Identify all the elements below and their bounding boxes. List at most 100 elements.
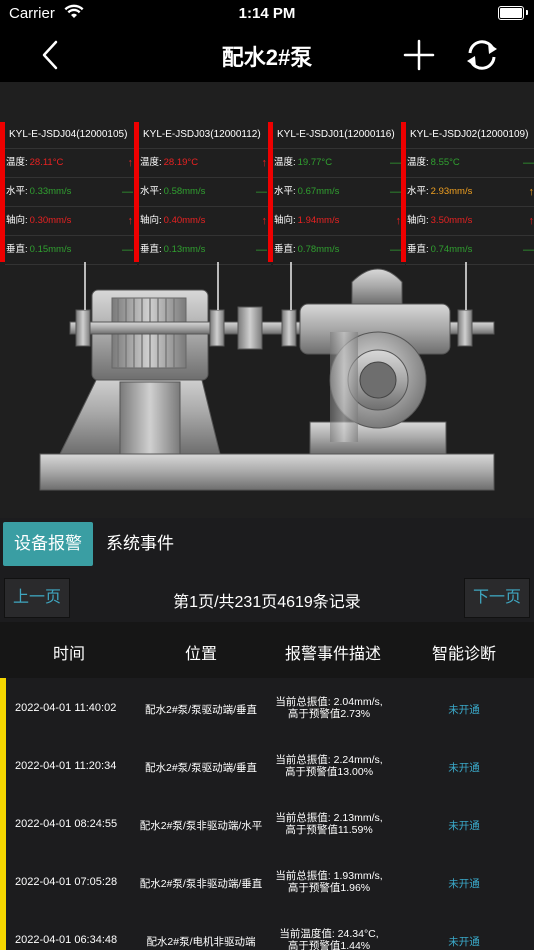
row-time: 2022-04-01 08:24:55 (15, 818, 118, 830)
arrow-up-icon: ↑ (127, 157, 134, 169)
sensor-row-label: 轴向: (407, 215, 429, 226)
table-row[interactable]: 2022-04-01 08:24:55 配水2#泵/泵非驱动端/水平 当前总振值… (6, 794, 534, 852)
sensor-panel[interactable]: KYL-E-JSDJ04(12000105) 温度: 28.11°C ↑ 水平: 0.… (0, 122, 137, 265)
refresh-icon[interactable] (462, 36, 502, 74)
sensor-panel[interactable]: KYL-E-JSDJ01(12000116) 温度: 19.77°C — 水平: 0.… (268, 122, 405, 265)
sensor-row-value: 0.78mm/s (297, 244, 340, 255)
row-position: 配水2#泵/泵非驱动端/水平 (139, 820, 263, 832)
sensor-row-label: 垂直: (6, 244, 28, 255)
row-time: 2022-04-01 07:05:28 (15, 876, 118, 888)
row-description: 当前温度值: 24.34°C, 高于预警值1.44% (279, 928, 379, 950)
row-diagnosis[interactable]: 未开通 (404, 760, 524, 775)
header-time: 时间 (52, 646, 85, 663)
row-diagnosis[interactable]: 未开通 (404, 818, 524, 833)
dash-icon: — (390, 186, 401, 198)
sensor-panel[interactable]: KYL-E-JSDJ03(12000112) 温度: 28.19°C ↑ 水平: 0.… (134, 122, 271, 265)
sensor-row-label: 温度: (140, 157, 162, 168)
sensor-row-label: 水平: (274, 186, 296, 197)
row-diagnosis[interactable]: 未开通 (404, 934, 524, 949)
row-diagnosis[interactable]: 未开通 (404, 702, 524, 717)
row-time: 2022-04-01 06:34:48 (15, 934, 118, 946)
header-diagnosis: 智能诊断 (431, 646, 496, 663)
sensor-row-value: 0.30mm/s (29, 215, 72, 226)
sensor-id: KYL-E-JSDJ03(12000112) (139, 122, 271, 149)
sensor-row-label: 水平: (6, 186, 28, 197)
sensor-row-value: 28.11°C (29, 157, 64, 168)
sensor-row-value: 1.94mm/s (297, 215, 340, 226)
arrow-up-icon: ↑ (528, 186, 534, 198)
dash-icon: — (256, 244, 267, 256)
sensor-row-label: 温度: (407, 157, 429, 168)
dash-icon: — (523, 244, 534, 256)
row-position: 配水2#泵/泵驱动端/垂直 (144, 762, 257, 774)
sensor-row-label: 垂直: (274, 244, 296, 255)
page-title: 配水2#泵 (221, 45, 313, 70)
sensor-id: KYL-E-JSDJ01(12000116) (273, 122, 405, 149)
tab-bar: 设备报警 系统事件 (0, 518, 534, 574)
sensor-row-label: 轴向: (140, 215, 162, 226)
sensor-row-value: 0.13mm/s (163, 244, 206, 255)
sensor-row-value: 0.74mm/s (430, 244, 473, 255)
arrow-up-icon: ↑ (261, 157, 268, 169)
row-description: 当前总振值: 2.24mm/s, 高于预警值13.00% (275, 754, 383, 778)
sensor-row-label: 水平: (407, 186, 429, 197)
status-time: 1:14 PM (238, 5, 296, 22)
sensor-row-value: 0.58mm/s (163, 186, 206, 197)
sensor-row-value: 3.50mm/s (430, 215, 473, 226)
table-row[interactable]: 2022-04-01 11:40:02 配水2#泵/泵驱动端/垂直 当前总振值:… (6, 678, 534, 736)
row-time: 2022-04-01 11:40:02 (15, 702, 117, 714)
sensor-row-label: 轴向: (274, 215, 296, 226)
sensor-row-label: 温度: (6, 157, 28, 168)
table-row[interactable]: 2022-04-01 11:20:34 配水2#泵/泵驱动端/垂直 当前总振值:… (6, 736, 534, 794)
row-position: 配水2#泵/泵驱动端/垂直 (144, 704, 257, 716)
sensor-id: KYL-E-JSDJ04(12000105) (5, 122, 137, 149)
machine-scene: KYL-E-JSDJ04(12000105) 温度: 28.11°C ↑ 水平: 0.… (0, 82, 534, 518)
nav-bar: 配水2#泵 (0, 28, 534, 82)
alarm-list: 2022-04-01 11:40:02 配水2#泵/泵驱动端/垂直 当前总振值:… (0, 678, 534, 950)
battery-icon (498, 6, 528, 20)
row-description: 当前总振值: 2.04mm/s, 高于预警值2.73% (275, 696, 383, 720)
row-position: 配水2#泵/泵非驱动端/垂直 (139, 878, 263, 890)
pump-motor-illustration (39, 262, 495, 491)
table-row[interactable]: 2022-04-01 07:05:28 配水2#泵/泵非驱动端/垂直 当前总振值… (6, 852, 534, 910)
row-description: 当前总振值: 2.13mm/s, 高于预警值11.59% (275, 812, 383, 836)
dash-icon: — (122, 244, 133, 256)
page-info: 第1页/共231页4619条记录 (173, 594, 361, 611)
sensor-row-label: 温度: (274, 157, 296, 168)
row-diagnosis[interactable]: 未开通 (404, 876, 524, 891)
sensor-panel[interactable]: KYL-E-JSDJ02(12000109) 温度: 8.55°C — 水平: 2.9… (401, 122, 534, 265)
sensor-row-label: 轴向: (6, 215, 28, 226)
table-header: 时间 位置 报警事件描述 智能诊断 (0, 622, 534, 678)
sensor-row-value: 0.33mm/s (29, 186, 72, 197)
header-position: 位置 (184, 646, 217, 663)
arrow-up-icon: ↑ (127, 215, 134, 227)
sensor-row-value: 28.19°C (163, 157, 199, 168)
sensor-row-label: 垂直: (140, 244, 162, 255)
sensor-id: KYL-E-JSDJ02(12000109) (406, 122, 534, 149)
row-position: 配水2#泵/电机非驱动端 (146, 936, 256, 948)
next-page-button[interactable]: 下一页 (464, 578, 530, 618)
dash-icon: — (390, 244, 401, 256)
dash-icon: — (122, 186, 133, 198)
arrow-up-icon: ↑ (261, 215, 268, 227)
tab-device-alarm[interactable]: 设备报警 (3, 522, 93, 566)
pagination: 上一页 第1页/共231页4619条记录 下一页 (0, 574, 534, 622)
header-description: 报警事件描述 (284, 646, 381, 663)
arrow-up-icon: ↑ (528, 215, 534, 227)
table-row[interactable]: 2022-04-01 06:34:48 配水2#泵/电机非驱动端 当前温度值: … (6, 910, 534, 950)
dash-icon: — (523, 157, 534, 169)
sensor-row-value: 0.40mm/s (163, 215, 206, 226)
tab-system-events[interactable]: 系统事件 (106, 522, 174, 566)
sensor-row-value: 0.15mm/s (29, 244, 72, 255)
row-time: 2022-04-01 11:20:34 (15, 760, 117, 772)
sensor-row-value: 8.55°C (430, 157, 460, 168)
dash-icon: — (256, 186, 267, 198)
sensor-row-value: 2.93mm/s (430, 186, 473, 197)
sensor-row-value: 19.77°C (297, 157, 333, 168)
status-bar: Carrier 1:14 PM (0, 0, 534, 28)
sensor-row-value: 0.67mm/s (297, 186, 340, 197)
sensor-row-label: 水平: (140, 186, 162, 197)
row-description: 当前总振值: 1.93mm/s, 高于预警值1.96% (275, 870, 383, 894)
sensor-row-label: 垂直: (407, 244, 429, 255)
plus-icon[interactable] (402, 38, 436, 72)
